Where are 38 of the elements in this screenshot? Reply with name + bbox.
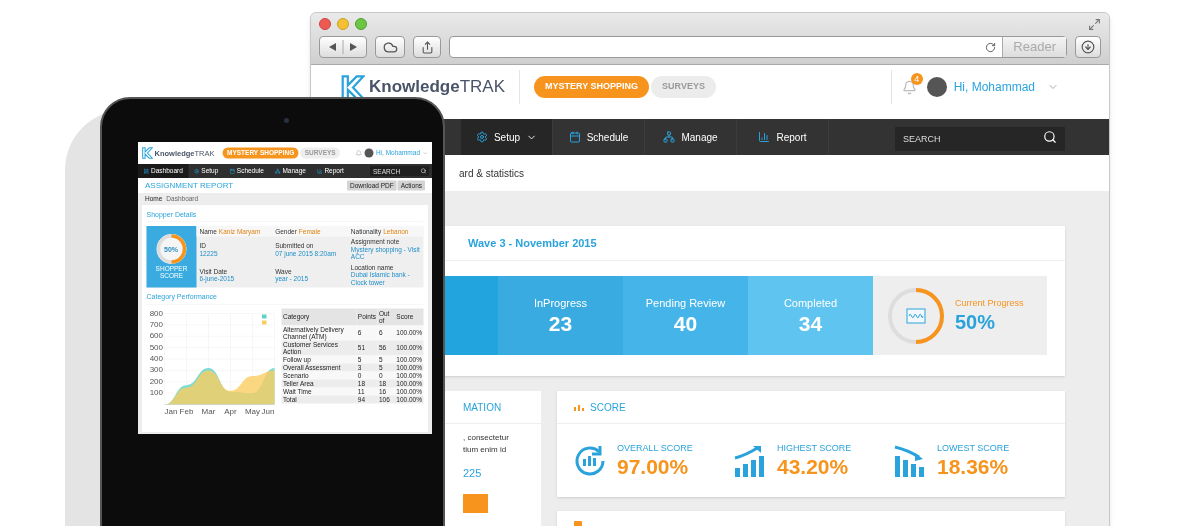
axis-tick-label: 700 — [149, 320, 163, 329]
stat-value: 23 — [548, 311, 573, 336]
info-text: , consectetur — [463, 432, 510, 444]
wave-title: Wave 3 - November 2015 — [468, 235, 597, 251]
stat-value: 40 — [673, 311, 698, 336]
score-value: 18.36% — [937, 455, 1010, 480]
card-title: MATION — [463, 400, 502, 415]
stat-value: 34 — [798, 311, 823, 336]
axis-tick-label: 300 — [149, 365, 163, 375]
axis-tick-label: 800 — [149, 308, 163, 318]
score-label: HIGHEST SCORE — [777, 441, 852, 455]
page-title: ASSIGNMENT REPORT — [145, 180, 234, 192]
score-value: 43.20% — [777, 455, 850, 480]
info-number: 225 — [463, 466, 483, 481]
progress-value: 50% — [955, 310, 997, 335]
stat-label: InProgress — [533, 296, 588, 312]
axis-tick-label: 200 — [149, 376, 163, 386]
stat-label: Pending Review — [645, 296, 726, 312]
axis-tick-label: Jun — [261, 406, 275, 416]
card-title: SCORE — [590, 400, 626, 415]
score-label: LOWEST SCORE — [937, 441, 1010, 455]
stat-label: Completed — [783, 296, 838, 312]
axis-tick-label: 500 — [149, 342, 163, 352]
score-label: OVERALL SCORE — [617, 441, 693, 455]
axis-tick-label: Mar — [201, 406, 216, 416]
score-value: 97.00% — [617, 455, 690, 480]
info-text: tium enim id — [463, 444, 508, 456]
progress-label: Current Progress — [955, 296, 1024, 310]
axis-tick-label: Apr — [224, 406, 237, 416]
notification-badge: 4 — [910, 72, 923, 85]
axis-tick-label: May — [244, 406, 261, 416]
axis-tick-label: 400 — [149, 354, 163, 364]
axis-tick-label: 100 — [149, 388, 163, 398]
logo-text: KnowledgeTRAK — [369, 78, 505, 96]
page-title: ard & statistics — [459, 166, 525, 181]
axis-tick-label: Jan — [164, 406, 178, 416]
axis-tick-label: Feb — [179, 406, 194, 416]
axis-tick-label: 600 — [149, 331, 163, 341]
